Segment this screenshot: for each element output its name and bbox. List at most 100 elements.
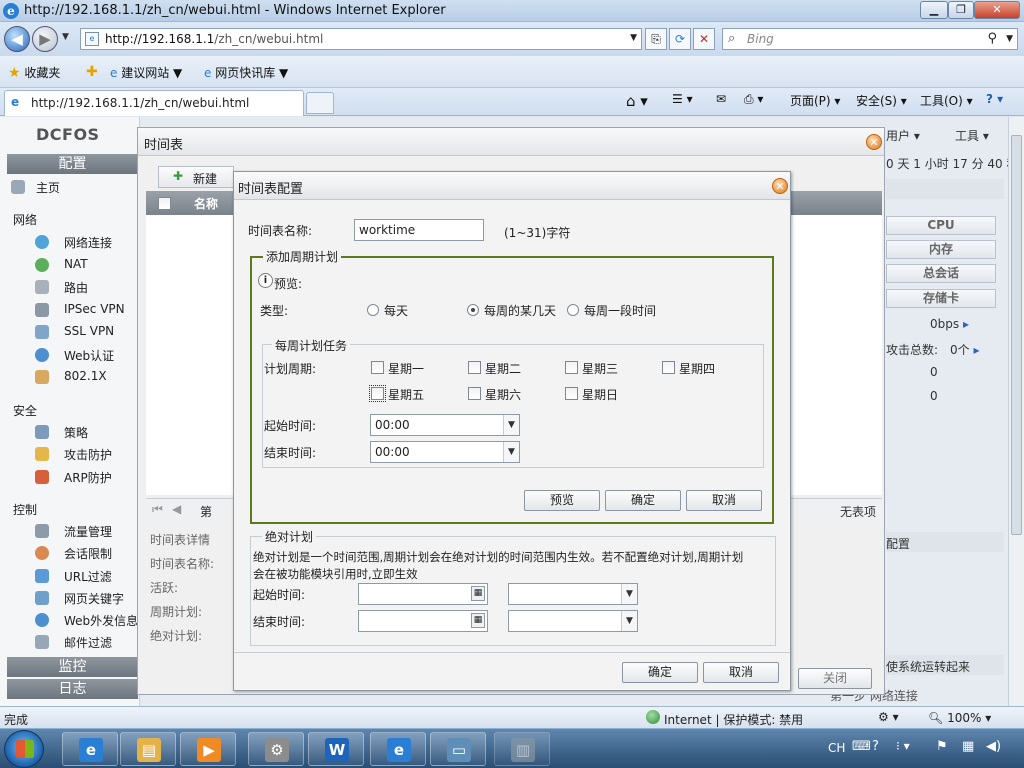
attack-total-label: 攻击总数: — [886, 343, 939, 357]
new-tab-button[interactable] — [306, 92, 334, 114]
calendar-icon[interactable]: ▦ — [471, 613, 485, 628]
start-time-select[interactable]: 00:00 ▼ — [370, 414, 520, 436]
schedule-close-button[interactable]: 关闭 — [798, 668, 872, 689]
nav-header-log[interactable]: 日志 — [7, 679, 138, 699]
new-schedule-button[interactable]: ✚ 新建 — [158, 166, 234, 188]
select-all-checkbox[interactable] — [158, 197, 171, 210]
tab-bar: e http://192.168.1.1/zh_cn/webui.html ⌂ … — [0, 88, 1024, 116]
help-tray-icon[interactable]: ? — [872, 739, 879, 754]
type-radio-weekdays[interactable] — [467, 304, 479, 316]
page-scrollbar[interactable] — [1008, 117, 1024, 706]
weekday-sat-checkbox[interactable] — [468, 387, 481, 400]
schedule-dialog-close-icon[interactable]: ✕ — [866, 134, 882, 150]
compat-view-icon[interactable]: ⎘ — [645, 28, 667, 50]
taskbar-picture[interactable]: ▭ — [430, 732, 486, 766]
weekday-mon-checkbox[interactable] — [371, 361, 384, 374]
suggested-sites-link[interactable]: e 建议网站 ▼ — [110, 64, 182, 81]
type-radio-week-range[interactable] — [567, 304, 579, 316]
abs-end-time-select[interactable]: ▼ — [508, 610, 638, 632]
protected-mode-icon[interactable]: ⚙ ▾ — [878, 710, 899, 724]
keyboard-icon[interactable]: ⌨ — [852, 739, 871, 754]
nav-header-monitor[interactable]: 监控 — [7, 657, 138, 677]
search-box[interactable]: ⌕ Bing ⚲ ▼ — [722, 28, 1018, 50]
page-menu[interactable]: 页面(P) ▾ — [790, 92, 840, 109]
abs-start-date-input[interactable]: ▦ — [358, 583, 488, 605]
sessions-button[interactable]: 总会话 — [886, 264, 996, 283]
guide-strip: 使系统运转起来 — [886, 655, 1004, 675]
windows-logo-icon — [16, 740, 34, 758]
end-time-select[interactable]: 00:00 ▼ — [370, 441, 520, 463]
router-icon — [35, 280, 49, 294]
network-icon[interactable]: ▦ — [962, 739, 974, 754]
address-toolbar: ◀ ▶ ▼ e http://192.168.1.1/zh_cn/webui.h… — [0, 22, 1024, 56]
periodic-ok-button[interactable]: 确定 — [605, 490, 681, 511]
maximize-button[interactable]: ❐ — [948, 1, 974, 19]
web-slice-gallery-link[interactable]: e 网页快讯库 ▼ — [204, 64, 288, 81]
abs-end-date-input[interactable]: ▦ — [358, 610, 488, 632]
volume-icon[interactable]: ◀) — [986, 739, 1001, 754]
taskbar-media[interactable]: ▶ — [180, 732, 236, 766]
favorites-button[interactable]: ★ 收藏夹 — [8, 64, 60, 81]
taskbar-explorer[interactable]: ▤ — [120, 732, 176, 766]
weekday-fri-label: 星期五 — [388, 388, 425, 402]
print-icon[interactable]: ⎙ ▾ — [744, 92, 763, 107]
address-bar[interactable]: e http://192.168.1.1/zh_cn/webui.html ▼ — [80, 28, 642, 50]
address-dropdown-icon[interactable]: ▼ — [630, 33, 637, 43]
add-favorite-button[interactable]: ✚ — [86, 64, 98, 80]
abs-start-time-select[interactable]: ▼ — [508, 583, 638, 605]
tools-menu[interactable]: 工具(O) ▾ — [920, 92, 973, 109]
periodic-cancel-button[interactable]: 取消 — [686, 490, 762, 511]
tools-app-menu[interactable]: 工具 ▾ — [955, 127, 989, 144]
taskbar-ie-pinned[interactable]: e — [62, 732, 118, 766]
preview-button[interactable]: 预览 — [524, 490, 600, 511]
input-language[interactable]: CH — [828, 741, 845, 755]
mail-icon[interactable]: ✉ — [716, 92, 726, 106]
scrollbar-thumb[interactable] — [1011, 135, 1022, 535]
stop-icon[interactable]: ✕ — [693, 28, 715, 50]
nav-section-network: 网络 — [13, 213, 38, 227]
pager-first-icon[interactable]: ⏮ — [152, 502, 163, 517]
safety-menu[interactable]: 安全(S) ▾ — [856, 92, 907, 109]
minimize-button[interactable]: ▁ — [920, 1, 948, 19]
chevron-down-icon: ▼ — [503, 442, 519, 462]
home-icon[interactable]: ⌂ ▾ — [626, 92, 648, 110]
cpu-button[interactable]: CPU — [886, 216, 996, 235]
tray-expand-icon[interactable]: ⁝ ▾ — [896, 739, 910, 753]
taskbar-wps[interactable]: W — [308, 732, 364, 766]
weekday-wed-checkbox[interactable] — [565, 361, 578, 374]
calendar-icon[interactable]: ▦ — [471, 586, 485, 601]
nav-header-config[interactable]: 配置 — [7, 154, 138, 174]
weekday-thu-checkbox[interactable] — [662, 361, 675, 374]
add-favorite-icon: ✚ — [86, 64, 98, 80]
search-dropdown-icon[interactable]: ▼ — [1006, 34, 1013, 44]
zone-text[interactable]: Internet | 保护模式: 禁用 — [664, 711, 803, 728]
zoom-control[interactable]: 🔍︎ 100% ▾ — [928, 711, 991, 725]
storage-button[interactable]: 存储卡 — [886, 289, 996, 308]
search-icon[interactable]: ⚲ — [987, 31, 997, 46]
back-button[interactable]: ◀ — [4, 26, 30, 52]
tab-current[interactable]: e http://192.168.1.1/zh_cn/webui.html — [4, 90, 304, 116]
config-ok-button[interactable]: 确定 — [622, 662, 698, 683]
type-radio-daily[interactable] — [367, 304, 379, 316]
refresh-icon[interactable]: ⟳ — [669, 28, 691, 50]
media-player-icon: ▶ — [197, 738, 221, 762]
taskbar-app-gear[interactable]: ⚙ — [248, 732, 304, 766]
schedule-config-close-icon[interactable]: ✕ — [772, 178, 788, 194]
action-center-icon[interactable]: ⚑ — [936, 739, 948, 754]
weekday-tue-checkbox[interactable] — [468, 361, 481, 374]
weekday-fri-checkbox[interactable] — [369, 385, 386, 402]
pager-prev-icon[interactable]: ◀ — [172, 502, 181, 516]
schedule-name-input[interactable]: worktime — [354, 219, 484, 241]
taskbar-ie-active[interactable]: e — [370, 732, 426, 766]
weekday-sun-checkbox[interactable] — [565, 387, 578, 400]
recent-pages-chevron-icon[interactable]: ▼ — [62, 32, 69, 42]
taskbar-doc[interactable]: ▥ — [494, 732, 550, 766]
config-cancel-button[interactable]: 取消 — [703, 662, 779, 683]
start-button[interactable] — [4, 730, 44, 768]
feeds-icon[interactable]: ☰ ▾ — [672, 92, 693, 106]
memory-button[interactable]: 内存 — [886, 240, 996, 259]
close-window-button[interactable]: ✕ — [974, 1, 1020, 19]
forward-button[interactable]: ▶ — [32, 26, 58, 52]
help-icon[interactable]: ? ▾ — [986, 92, 1003, 106]
user-menu[interactable]: 用户 ▾ — [886, 127, 920, 144]
